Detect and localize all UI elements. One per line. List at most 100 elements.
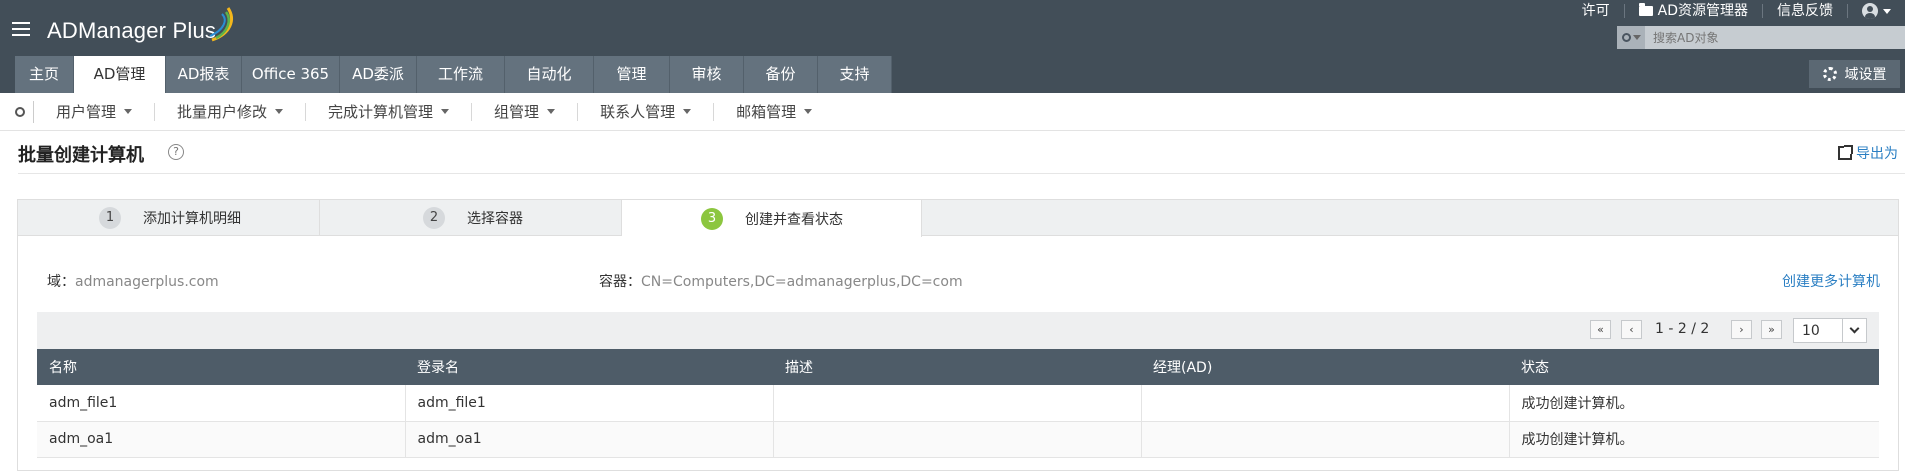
step-number: 1: [99, 207, 121, 229]
page-range: 1 - 2 / 2: [1655, 321, 1710, 337]
main-tabs: 主页 AD管理 AD报表 Office 365 AD委派 工作流 自动化 管理 …: [15, 56, 892, 93]
search-options-button[interactable]: [1617, 26, 1645, 49]
tab-support[interactable]: 支持: [818, 56, 892, 93]
folder-icon: [1638, 3, 1653, 16]
table-row: adm_file1 adm_file1 成功创建计算机。: [37, 385, 1879, 422]
tab-ad-reports[interactable]: AD报表: [166, 56, 242, 93]
next-page-button[interactable]: ›: [1731, 320, 1752, 339]
page-title: 批量创建计算机: [18, 145, 144, 166]
cell-description: [773, 421, 1142, 458]
domain-settings-button[interactable]: 域设置: [1809, 60, 1900, 88]
page-size-value: 10: [1802, 322, 1820, 339]
step-label: 选择容器: [467, 211, 523, 227]
subnav-user-management[interactable]: 用户管理: [34, 102, 156, 121]
step-label: 创建并查看状态: [745, 211, 843, 228]
col-description-header[interactable]: 描述: [773, 349, 1141, 385]
domain-label: 域：: [47, 274, 75, 290]
col-name-header[interactable]: 名称: [37, 349, 405, 385]
tab-backup[interactable]: 备份: [744, 56, 818, 93]
subnav-label: 邮箱管理: [736, 103, 797, 121]
tab-office-365[interactable]: Office 365: [242, 56, 340, 93]
prev-page-button[interactable]: ‹: [1621, 320, 1642, 339]
cell-logon-name: adm_file1: [405, 385, 774, 422]
cell-manager: [1141, 385, 1510, 422]
cell-manager: [1141, 421, 1510, 458]
step-create-and-view-status[interactable]: 3 创建并查看状态: [622, 200, 922, 237]
results-table: 名称 登录名 描述 经理(AD) 状态 adm_file1 adm_file1 …: [37, 349, 1879, 458]
col-logon-name-header[interactable]: 登录名: [405, 349, 773, 385]
subnav-group-management[interactable]: 组管理: [472, 102, 579, 121]
user-icon: [1862, 3, 1878, 19]
container-info: 容器：CN=Computers,DC=admanagerplus,DC=com: [599, 271, 963, 291]
step-label: 添加计算机明细: [143, 211, 241, 227]
subnav-label: 用户管理: [56, 103, 117, 121]
chevron-down-icon: [124, 109, 133, 114]
container-label: 容器：: [599, 274, 641, 290]
ad-explorer-label: AD资源管理器: [1657, 3, 1748, 19]
cell-name: adm_file1: [37, 385, 406, 422]
domain-settings-label: 域设置: [1844, 67, 1887, 83]
tab-automation[interactable]: 自动化: [505, 56, 594, 93]
export-button[interactable]: 导出为: [1838, 143, 1898, 163]
chevron-down-icon: [683, 109, 692, 114]
tab-ad-delegation[interactable]: AD委派: [340, 56, 417, 93]
app-logo: ADManager Plus: [47, 18, 217, 43]
col-status-header[interactable]: 状态: [1509, 349, 1879, 385]
col-manager-header[interactable]: 经理(AD): [1141, 349, 1509, 385]
chevron-down-icon: [441, 109, 450, 114]
create-more-computers-link[interactable]: 创建更多计算机: [1782, 271, 1880, 291]
chevron-down-icon: [547, 109, 556, 114]
domain-info: 域：admanagerplus.com: [47, 271, 219, 291]
search-icon: [14, 106, 25, 117]
tab-ad-management[interactable]: AD管理: [74, 56, 166, 93]
cell-name: adm_oa1: [37, 421, 406, 458]
subnav-contact-management[interactable]: 联系人管理: [578, 102, 715, 121]
step-select-container[interactable]: 2 选择容器: [320, 200, 622, 236]
step-number: 2: [423, 207, 445, 229]
gear-icon: [1822, 67, 1837, 81]
search-input[interactable]: [1645, 26, 1895, 49]
chevron-down-icon: [1883, 8, 1891, 14]
tab-audit[interactable]: 审核: [670, 56, 744, 93]
container-value: CN=Computers,DC=admanagerplus,DC=com: [641, 274, 963, 290]
tab-home[interactable]: 主页: [15, 56, 74, 93]
step-add-computer-details[interactable]: 1 添加计算机明细: [18, 200, 320, 236]
feedback-label: 信息反馈: [1777, 3, 1833, 19]
menu-icon[interactable]: [12, 22, 30, 36]
chevron-down-icon: [1842, 319, 1866, 342]
subnav-label: 联系人管理: [600, 103, 676, 121]
chevron-down-icon: [804, 109, 813, 114]
export-label: 导出为: [1856, 146, 1898, 162]
global-search: [1617, 26, 1905, 49]
cell-logon-name: adm_oa1: [405, 421, 774, 458]
sub-navigation: 用户管理 批量用户修改 完成计算机管理 组管理 联系人管理 邮箱管理: [0, 93, 1905, 131]
subnav-label: 批量用户修改: [177, 103, 268, 121]
wizard-panel: 1 添加计算机明细 2 选择容器 3 创建并查看状态 域：admanagerpl…: [17, 199, 1899, 471]
cell-description: [773, 385, 1142, 422]
chevron-down-icon: [275, 109, 284, 114]
user-menu[interactable]: [1848, 3, 1905, 19]
cell-status: 成功创建计算机。: [1509, 421, 1879, 458]
license-label: 许可: [1581, 3, 1610, 19]
wizard-steps: 1 添加计算机明细 2 选择容器 3 创建并查看状态: [18, 200, 1898, 237]
tab-admin[interactable]: 管理: [594, 56, 670, 93]
help-icon[interactable]: ?: [168, 144, 184, 160]
subnav-label: 组管理: [494, 103, 540, 121]
cell-status: 成功创建计算机。: [1509, 385, 1879, 422]
divider: [18, 173, 1905, 174]
first-page-button[interactable]: «: [1590, 320, 1611, 339]
app-header: ADManager Plus 许可 AD资源管理器 信息反馈 主页 AD管理 A…: [0, 0, 1905, 93]
subnav-mailbox-management[interactable]: 邮箱管理: [714, 103, 834, 121]
last-page-button[interactable]: »: [1761, 320, 1782, 339]
step-number: 3: [701, 207, 723, 230]
top-links: 许可 AD资源管理器 信息反馈: [1568, 0, 1905, 22]
license-link[interactable]: 许可: [1568, 4, 1625, 18]
logo-arc-icon: [209, 7, 233, 42]
ad-explorer-link[interactable]: AD资源管理器: [1625, 3, 1763, 19]
page-size-select[interactable]: 10: [1793, 318, 1867, 343]
subnav-computer-management[interactable]: 完成计算机管理: [306, 102, 473, 121]
subnav-bulk-user-modify[interactable]: 批量用户修改: [155, 102, 307, 121]
tab-workflow[interactable]: 工作流: [417, 56, 505, 93]
feedback-link[interactable]: 信息反馈: [1763, 4, 1848, 18]
subnav-search-button[interactable]: [6, 100, 34, 123]
